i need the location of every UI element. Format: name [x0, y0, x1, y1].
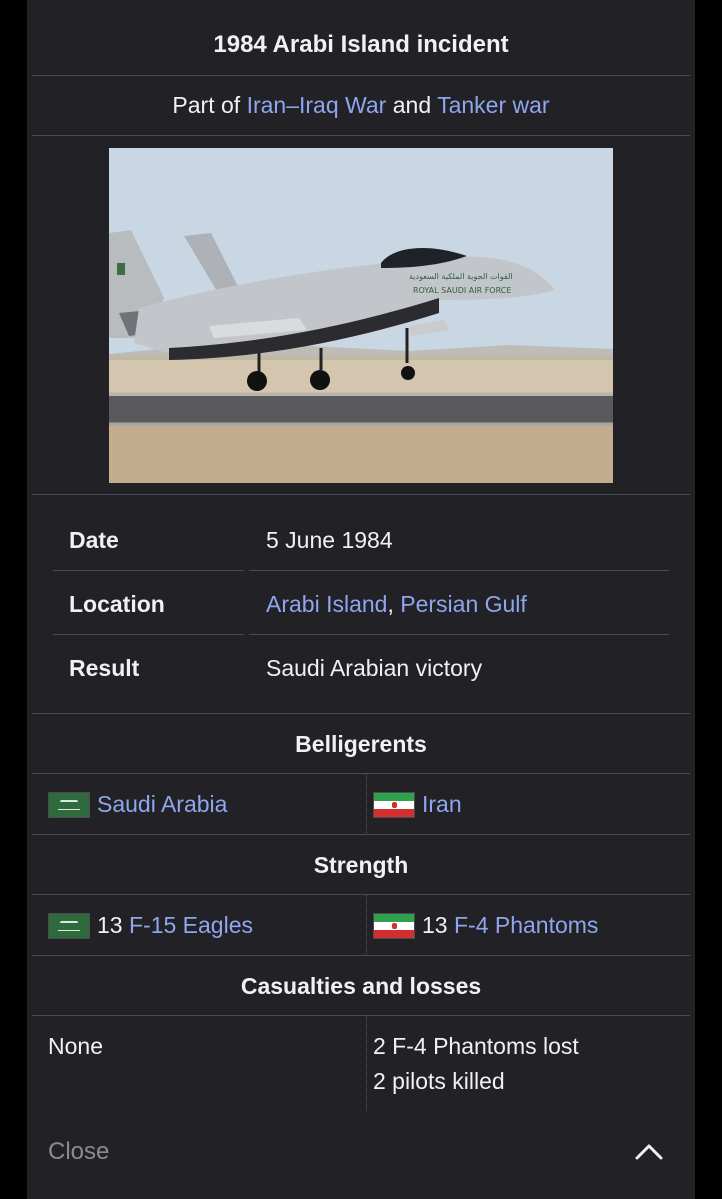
- divider: [32, 713, 690, 714]
- flag-saudi-arabia-icon: [48, 913, 90, 939]
- divider: [32, 75, 690, 76]
- divider: [32, 773, 690, 774]
- iran-casualties-line1: 2 F-4 Phantoms lost: [373, 1033, 579, 1059]
- column-divider: [366, 774, 367, 833]
- result-value: Saudi Arabian victory: [266, 655, 483, 681]
- arabi-island-link[interactable]: Arabi Island: [266, 591, 387, 617]
- location-separator: ,: [387, 591, 394, 617]
- divider: [32, 834, 690, 835]
- infobox-title: 1984 Arabi Island incident: [213, 31, 509, 58]
- divider: [32, 955, 690, 956]
- part-of-conjunction: and: [392, 92, 432, 118]
- close-button[interactable]: Close: [48, 1138, 109, 1166]
- part-of-prefix: Part of: [172, 92, 241, 118]
- column-divider: [366, 895, 367, 954]
- saudi-casualties: None: [48, 1033, 103, 1059]
- f4-phantoms-link[interactable]: F-4 Phantoms: [454, 912, 598, 938]
- iran-strength: 13 F-4 Phantoms: [422, 911, 598, 939]
- flag-iran-icon: [373, 913, 415, 939]
- f15-eagles-link[interactable]: F-15 Eagles: [129, 912, 253, 938]
- divider: [32, 1015, 690, 1016]
- divider: [32, 494, 690, 495]
- aircraft-lettering-ar: القوات الجوية الملكية السعودية: [409, 272, 513, 281]
- divider: [32, 894, 690, 895]
- iran-link[interactable]: Iran: [422, 790, 462, 818]
- tanker-war-link[interactable]: Tanker war: [437, 92, 549, 118]
- row-divider: [249, 634, 669, 635]
- aircraft-illustration: القوات الجوية الملكية السعودية ROYAL SAU…: [109, 230, 613, 391]
- flag-iran-icon: [373, 792, 415, 818]
- chevron-up-icon[interactable]: [631, 1135, 667, 1167]
- saudi-arabia-link[interactable]: Saudi Arabia: [97, 790, 227, 818]
- location-label: Location: [69, 591, 165, 617]
- row-divider: [53, 570, 244, 571]
- date-value: 5 June 1984: [266, 527, 393, 553]
- location-value: Arabi Island, Persian Gulf: [266, 590, 527, 618]
- divider: [32, 135, 690, 136]
- saudi-strength-count: 13: [97, 912, 123, 938]
- iran-strength-count: 13: [422, 912, 448, 938]
- belligerents-heading: Belligerents: [295, 731, 427, 757]
- column-divider: [366, 1016, 367, 1111]
- result-label: Result: [69, 655, 140, 681]
- aircraft-lettering-en: ROYAL SAUDI AIR FORCE: [413, 286, 511, 295]
- flag-saudi-arabia-icon: [48, 792, 90, 818]
- row-divider: [53, 634, 244, 635]
- part-of-line: Part of Iran–Iraq War and Tanker war: [27, 91, 695, 119]
- casualties-heading: Casualties and losses: [240, 973, 482, 999]
- iran-iraq-war-link[interactable]: Iran–Iraq War: [247, 92, 387, 118]
- strength-heading: Strength: [313, 852, 409, 878]
- persian-gulf-link[interactable]: Persian Gulf: [400, 591, 527, 617]
- date-label: Date: [69, 527, 119, 553]
- f15-aircraft-photo[interactable]: القوات الجوية الملكية السعودية ROYAL SAU…: [109, 148, 613, 483]
- infobox-card: 1984 Arabi Island incident Part of Iran–…: [27, 0, 695, 1199]
- saudi-strength: 13 F-15 Eagles: [97, 911, 253, 939]
- iran-casualties-line2: 2 pilots killed: [373, 1068, 505, 1094]
- tail-emblem: [117, 263, 125, 275]
- row-divider: [249, 570, 669, 571]
